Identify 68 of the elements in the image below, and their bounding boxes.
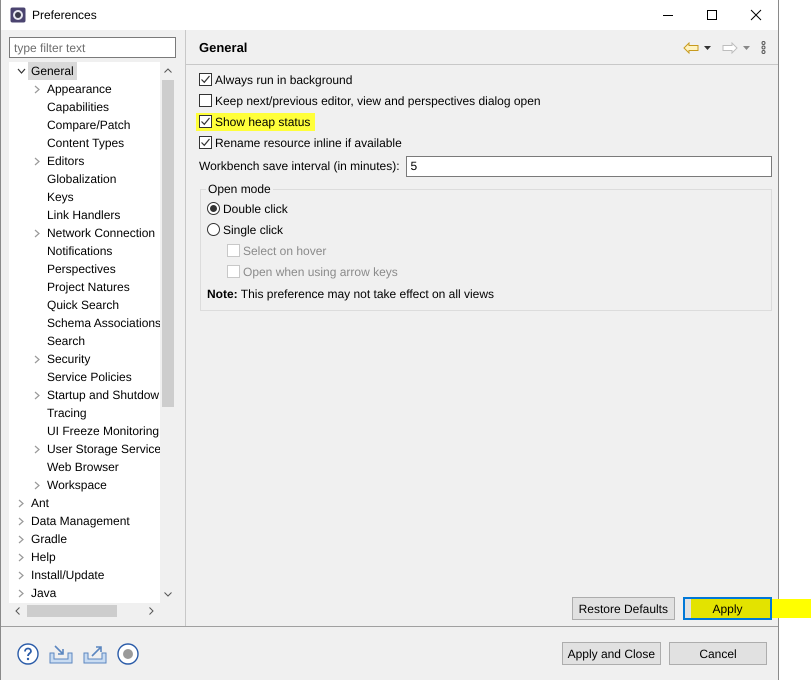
tree-item[interactable]: Workspace bbox=[44, 476, 110, 494]
tree-item[interactable]: Globalization bbox=[44, 170, 120, 188]
tree-item[interactable]: Project Natures bbox=[44, 278, 133, 296]
window-title: Preferences bbox=[32, 8, 98, 22]
action-button[interactable]: Restore Defaults bbox=[572, 597, 675, 620]
dropdown-caret-icon[interactable] bbox=[704, 46, 711, 50]
scroll-left-icon bbox=[15, 607, 20, 615]
note-text: Note: This preference may not take effect on all views bbox=[207, 287, 494, 301]
app-icon bbox=[10, 7, 26, 23]
maximize-icon[interactable] bbox=[706, 9, 718, 21]
tree-item[interactable]: Keys bbox=[44, 188, 77, 206]
action-button[interactable]: Cancel bbox=[669, 642, 767, 665]
checkbox[interactable] bbox=[199, 73, 212, 86]
tree-item[interactable]: Ant bbox=[28, 494, 52, 512]
field-label: Workbench save interval (in minutes): bbox=[199, 159, 400, 173]
tree-item[interactable]: Java bbox=[28, 584, 60, 602]
checkbox[interactable] bbox=[199, 94, 212, 107]
checkbox[interactable] bbox=[199, 115, 212, 128]
option-label: Show heap status bbox=[215, 114, 310, 128]
close-icon[interactable] bbox=[750, 9, 762, 21]
tree-item[interactable]: Security bbox=[44, 350, 94, 368]
tree-item[interactable]: Tracing bbox=[44, 404, 90, 422]
option-label: Always run in background bbox=[215, 72, 352, 86]
tree-item[interactable]: Quick Search bbox=[44, 296, 122, 314]
tree-item[interactable]: Network Connection bbox=[44, 224, 158, 242]
option-label: Select on hover bbox=[243, 244, 326, 258]
tree-item[interactable]: Appearance bbox=[44, 80, 115, 98]
group-title: Open mode bbox=[207, 182, 272, 196]
filter-field[interactable]: type filter text bbox=[9, 37, 176, 58]
tree-item[interactable]: Help bbox=[28, 548, 59, 566]
scroll-up-icon bbox=[164, 68, 172, 73]
record-icon[interactable] bbox=[117, 642, 139, 664]
checkbox[interactable] bbox=[199, 136, 212, 149]
view-menu-icon[interactable] bbox=[761, 41, 766, 54]
tree-item[interactable]: General bbox=[28, 62, 77, 80]
interval-field[interactable]: 5 bbox=[406, 156, 772, 176]
forward-arrow-icon[interactable] bbox=[722, 42, 738, 54]
import-icon[interactable] bbox=[49, 644, 73, 664]
tree-item[interactable]: Editors bbox=[44, 152, 88, 170]
radio-button[interactable] bbox=[207, 223, 220, 236]
option-label: Open when using arrow keys bbox=[243, 264, 398, 278]
back-arrow-icon[interactable] bbox=[683, 42, 699, 54]
action-button[interactable]: Apply bbox=[683, 597, 772, 620]
tree-item[interactable]: Notifications bbox=[44, 242, 116, 260]
tree-item[interactable]: Install/Update bbox=[28, 566, 108, 584]
tree-item[interactable]: Web Browser bbox=[44, 458, 122, 476]
option-label: Single click bbox=[223, 222, 284, 236]
action-button[interactable]: Apply and Close bbox=[562, 642, 661, 665]
option-label: Keep next/previous editor, view and perspectives dialog open bbox=[215, 94, 541, 108]
help-icon[interactable] bbox=[17, 642, 39, 664]
tree-item[interactable]: Search bbox=[44, 332, 88, 350]
tree-item[interactable]: Content Types bbox=[44, 134, 128, 152]
tree-item[interactable]: Data Management bbox=[28, 512, 133, 530]
option-label: Double click bbox=[223, 202, 288, 216]
tree-item[interactable]: Link Handlers bbox=[44, 206, 124, 224]
tree-item[interactable]: Service Policies bbox=[44, 368, 135, 386]
export-icon[interactable] bbox=[83, 644, 107, 664]
tree-item[interactable]: Perspectives bbox=[44, 260, 119, 278]
radio-button[interactable] bbox=[207, 202, 220, 215]
option-label: Rename resource inline if available bbox=[215, 136, 402, 150]
tree-item[interactable]: Startup and Shutdow bbox=[44, 386, 160, 404]
scroll-right-icon bbox=[149, 607, 154, 615]
page-title: General bbox=[199, 40, 248, 55]
tree-item[interactable]: Capabilities bbox=[44, 98, 112, 116]
tree-item[interactable]: Gradle bbox=[28, 530, 70, 548]
tree-item[interactable]: UI Freeze Monitoring bbox=[44, 422, 160, 440]
scroll-down-icon bbox=[164, 592, 172, 597]
tree-item[interactable]: Compare/Patch bbox=[44, 116, 134, 134]
